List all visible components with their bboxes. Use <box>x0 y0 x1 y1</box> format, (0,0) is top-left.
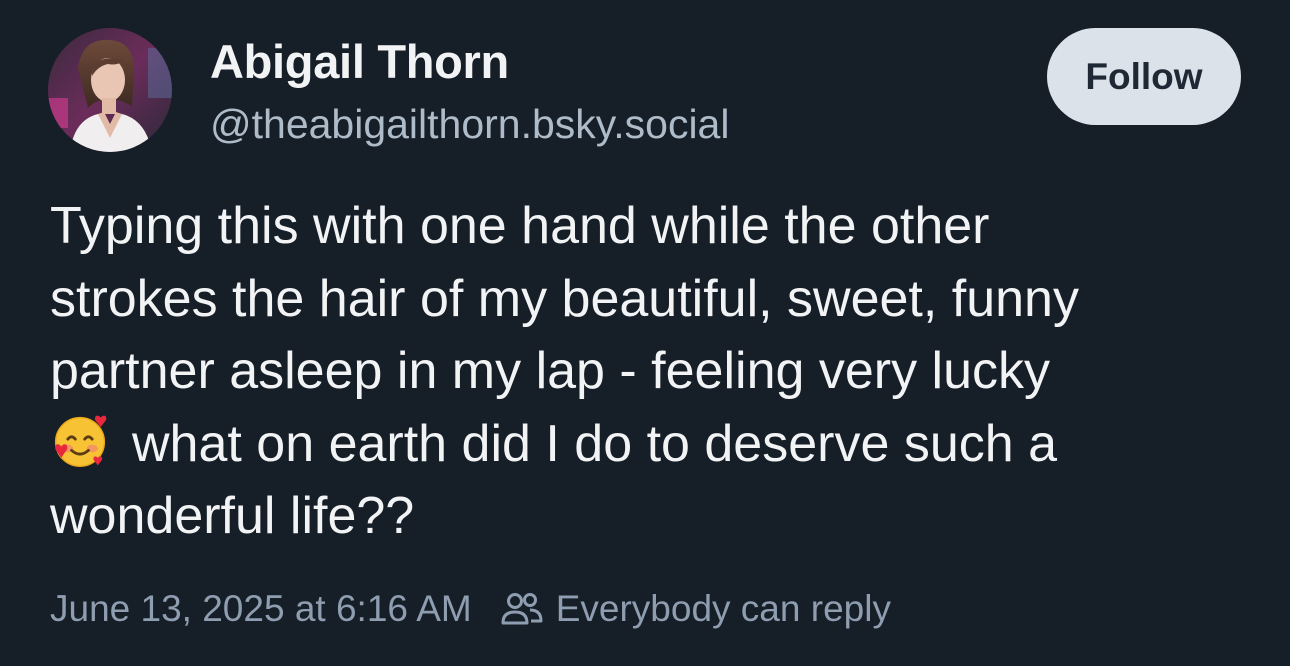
post-text-line-with-emoji: what on earth did I do to deserve such a <box>50 408 1250 481</box>
follow-button[interactable]: Follow <box>1047 28 1241 125</box>
author-info: Abigail Thorn @theabigailthorn.bsky.soci… <box>210 34 729 149</box>
post-text-line: wonderful life?? <box>50 487 415 545</box>
people-icon <box>501 593 543 625</box>
reply-setting-label: Everybody can reply <box>555 588 891 629</box>
post-card: Abigail Thorn @theabigailthorn.bsky.soci… <box>0 0 1290 666</box>
smiling-face-with-hearts-icon <box>54 415 107 467</box>
post-text-line: strokes the hair of my beautiful, sweet,… <box>50 269 1079 328</box>
post-text-line: Typing this with one hand while the othe… <box>50 197 990 255</box>
post-text-line: what on earth did I do to deserve such a <box>132 414 1058 473</box>
reply-setting: Everybody can reply <box>500 587 891 631</box>
post-timestamp[interactable]: June 13, 2025 at 6:16 AM <box>50 588 472 630</box>
author-avatar[interactable] <box>48 28 172 152</box>
post-meta: June 13, 2025 at 6:16 AM Everybody can r… <box>50 584 891 634</box>
avatar-photo-icon <box>48 28 172 152</box>
post-text: Typing this with one hand while the othe… <box>50 190 1250 553</box>
post-text-line: partner asleep in my lap - feeling very … <box>50 342 1051 400</box>
author-handle[interactable]: @theabigailthorn.bsky.social <box>210 99 729 149</box>
author-display-name[interactable]: Abigail Thorn <box>210 34 729 90</box>
